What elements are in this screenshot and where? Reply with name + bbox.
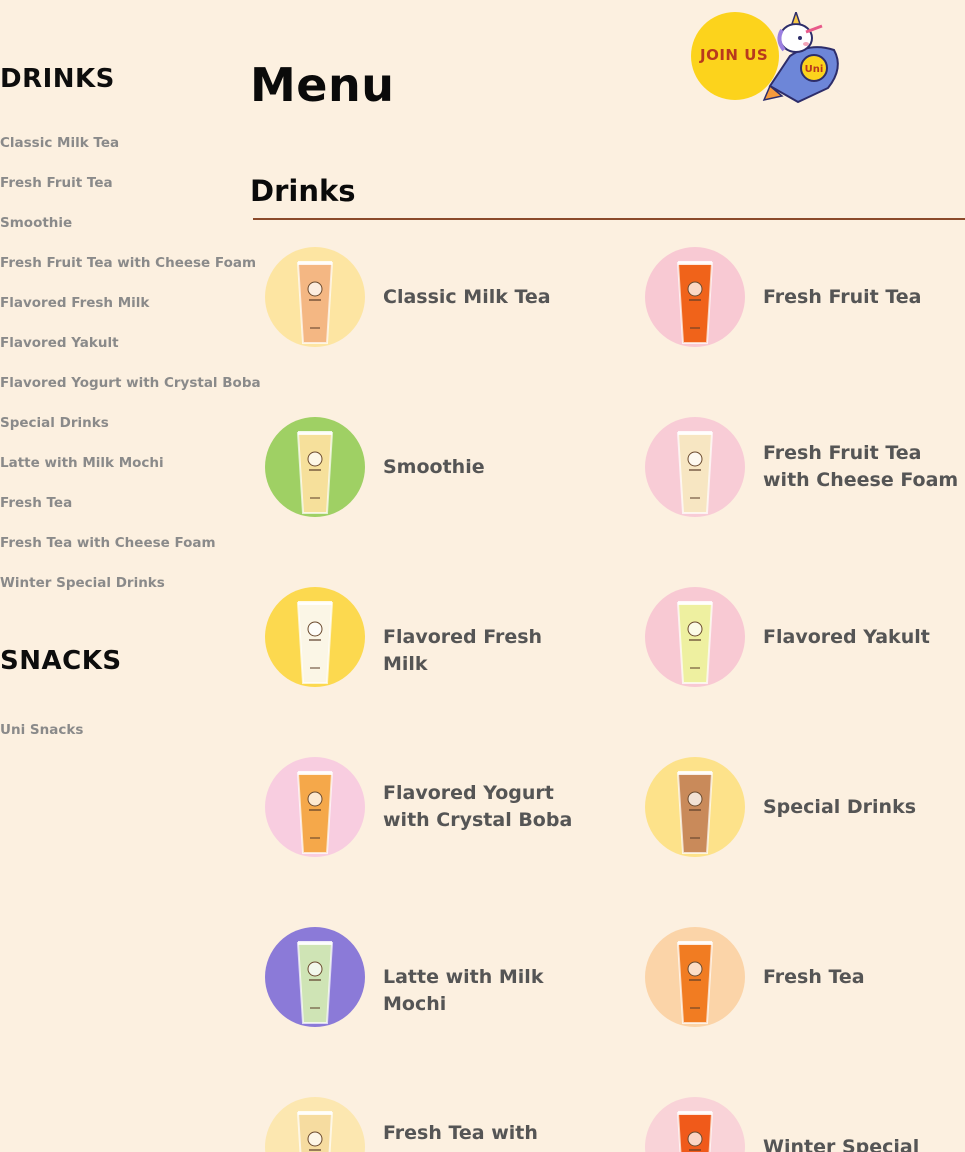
drink-photo bbox=[645, 587, 745, 687]
menu-item-label: Flavored Fresh Milk bbox=[383, 626, 543, 675]
sidebar-item-fresh-fruit-tea-cheese-foam[interactable]: Fresh Fruit Tea with Cheese Foam bbox=[0, 252, 261, 292]
menu-item-smoothie[interactable]: Smoothie bbox=[250, 417, 580, 527]
drink-photo bbox=[265, 927, 365, 1027]
menu-item-label: Flavored Yakult bbox=[763, 626, 930, 648]
menu-page: DRINKS Classic Milk Tea Fresh Fruit Tea … bbox=[0, 0, 965, 1152]
menu-item-label: Fresh Fruit Tea with Cheese Foam bbox=[763, 442, 959, 491]
drink-photo bbox=[265, 247, 365, 347]
drink-photo bbox=[265, 757, 365, 857]
drinks-heading: DRINKS bbox=[0, 64, 115, 94]
sidebar-item-winter-special-drinks[interactable]: Winter Special Drinks bbox=[0, 572, 261, 612]
page-title: Menu bbox=[250, 58, 395, 112]
drink-photo bbox=[645, 757, 745, 857]
drink-photo bbox=[265, 417, 365, 517]
menu-item-label: Smoothie bbox=[383, 456, 485, 478]
drink-photo bbox=[645, 417, 745, 517]
sidebar-item-flavored-yogurt[interactable]: Flavored Yogurt with Crystal Boba bbox=[0, 372, 261, 412]
sidebar-item-flavored-fresh-milk[interactable]: Flavored Fresh Milk bbox=[0, 292, 261, 332]
drink-photo bbox=[645, 247, 745, 347]
menu-item-flavored-yakult[interactable]: Flavored Yakult bbox=[630, 587, 960, 697]
drink-photo bbox=[265, 587, 365, 687]
menu-item-fresh-tea[interactable]: Fresh Tea bbox=[630, 927, 960, 1037]
snacks-heading: SNACKS bbox=[0, 646, 122, 676]
menu-item-flavored-yogurt-with-crystal-boba[interactable]: Flavored Yogurt with Crystal Boba bbox=[250, 757, 580, 867]
menu-item-flavored-fresh-milk[interactable]: Flavored Fresh Milk bbox=[250, 587, 580, 697]
drinks-section-title: Drinks bbox=[250, 174, 356, 208]
menu-item-label: Fresh Tea with Cheese Foam bbox=[383, 1122, 538, 1152]
drink-photo bbox=[265, 1097, 365, 1152]
join-us-button[interactable]: JOIN US Uni bbox=[690, 10, 850, 106]
menu-item-special-drinks[interactable]: Special Drinks bbox=[630, 757, 960, 867]
section-divider bbox=[253, 218, 965, 220]
menu-item-label: Flavored Yogurt with Crystal Boba bbox=[383, 782, 573, 831]
sidebar-item-flavored-yakult[interactable]: Flavored Yakult bbox=[0, 332, 261, 372]
join-us-label: JOIN US bbox=[700, 46, 769, 64]
menu-item-fresh-tea-with-cheese-foam[interactable]: Fresh Tea with Cheese Foam bbox=[250, 1097, 580, 1152]
menu-item-label: Fresh Tea bbox=[763, 966, 865, 988]
sidebar-item-uni-snacks[interactable]: Uni Snacks bbox=[0, 719, 83, 759]
drinks-category-list: Classic Milk Tea Fresh Fruit Tea Smoothi… bbox=[0, 132, 261, 612]
unicorn-mascot-icon: Uni bbox=[762, 12, 839, 104]
snacks-category-list: Uni Snacks bbox=[0, 719, 83, 759]
menu-item-fresh-fruit-tea-with-cheese-foam[interactable]: Fresh Fruit Tea with Cheese Foam bbox=[630, 417, 960, 527]
drink-photo bbox=[645, 1097, 745, 1152]
menu-item-classic-milk-tea[interactable]: Classic Milk Tea bbox=[250, 247, 580, 357]
menu-item-fresh-fruit-tea[interactable]: Fresh Fruit Tea bbox=[630, 247, 960, 357]
menu-item-label: Classic Milk Tea bbox=[383, 286, 551, 308]
menu-item-label: Fresh Fruit Tea bbox=[763, 286, 922, 308]
menu-item-winter-special-drinks[interactable]: Winter Special Drinks bbox=[630, 1097, 960, 1152]
sidebar-item-special-drinks[interactable]: Special Drinks bbox=[0, 412, 261, 452]
sidebar-item-smoothie[interactable]: Smoothie bbox=[0, 212, 261, 252]
sidebar-item-fresh-tea[interactable]: Fresh Tea bbox=[0, 492, 261, 532]
sidebar-item-latte-milk-mochi[interactable]: Latte with Milk Mochi bbox=[0, 452, 261, 492]
menu-item-latte-with-milk-mochi[interactable]: Latte with Milk Mochi bbox=[250, 927, 580, 1037]
sidebar-item-fresh-fruit-tea[interactable]: Fresh Fruit Tea bbox=[0, 172, 261, 212]
drink-photo bbox=[645, 927, 745, 1027]
menu-item-label: Winter Special Drinks bbox=[763, 1136, 920, 1152]
sidebar-item-fresh-tea-cheese-foam[interactable]: Fresh Tea with Cheese Foam bbox=[0, 532, 261, 572]
menu-item-label: Special Drinks bbox=[763, 796, 917, 818]
menu-item-label: Latte with Milk Mochi bbox=[383, 966, 544, 1015]
mascot-badge-text: Uni bbox=[805, 64, 824, 75]
sidebar-item-classic-milk-tea[interactable]: Classic Milk Tea bbox=[0, 132, 261, 172]
